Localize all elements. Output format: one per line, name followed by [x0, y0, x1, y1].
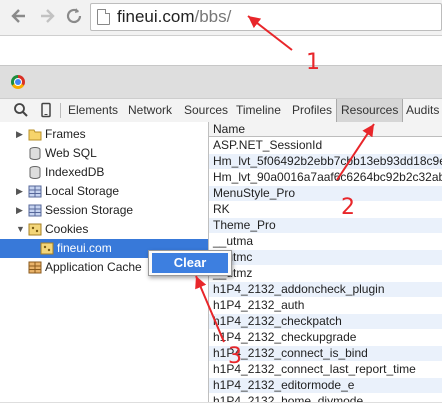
table-row[interactable]: h1P4_2132_checkpatch	[209, 314, 442, 329]
forward-arrow-icon[interactable]	[36, 5, 58, 27]
annotation-number-3: 3	[228, 344, 242, 369]
application-cache-icon	[28, 261, 42, 274]
table-row[interactable]: MenuStyle_Pro	[209, 186, 442, 201]
sidebar-item-cookies[interactable]: ▼ Cookies	[0, 220, 208, 239]
table-row[interactable]: Hm_lvt_5f06492b2ebb7cbb13eb93dd18c9e	[209, 154, 442, 169]
table-row[interactable]: h1P4_2132_auth	[209, 298, 442, 313]
page-gap	[0, 36, 442, 65]
context-menu: Clear	[148, 250, 232, 276]
storage-grid-icon	[28, 204, 42, 217]
sidebar-item-label: Web SQL	[45, 146, 97, 160]
tab-network[interactable]: Network	[128, 99, 172, 122]
sidebar-item-label: Application Cache	[45, 260, 142, 274]
folder-icon	[28, 129, 42, 141]
table-row[interactable]: h1P4_2132_addoncheck_plugin	[209, 282, 442, 297]
sidebar-item-indexeddb[interactable]: IndexedDB	[0, 163, 208, 182]
back-arrow-icon[interactable]	[8, 5, 30, 27]
clear-menu-item[interactable]: Clear	[152, 253, 228, 273]
page-icon	[97, 9, 110, 25]
cookie-icon	[40, 242, 54, 255]
cookie-icon	[28, 223, 42, 236]
collapsed-triangle-icon[interactable]: ▶	[16, 125, 23, 144]
table-row[interactable]: h1P4_2132_checkupgrade	[209, 330, 442, 345]
storage-grid-icon	[28, 185, 42, 198]
sidebar-item-label: Session Storage	[45, 203, 134, 217]
table-row[interactable]: Theme_Pro	[209, 218, 442, 233]
table-row[interactable]: __utmc	[209, 250, 442, 265]
table-row[interactable]: __utmz	[209, 266, 442, 281]
sidebar-item-session-storage[interactable]: ▶ Session Storage	[0, 201, 208, 220]
table-row[interactable]: Hm_lvt_90a0016a7aaf6c6264bc92b2c32ab9	[209, 170, 442, 185]
tab-audits[interactable]: Audits	[406, 99, 439, 122]
table-row[interactable]: h1P4_2132_home_diymode	[209, 394, 442, 402]
reload-icon[interactable]	[63, 5, 85, 27]
device-mode-icon[interactable]	[38, 102, 54, 118]
table-row[interactable]: ASP.NET_SessionId	[209, 138, 442, 153]
sidebar-item-web-sql[interactable]: Web SQL	[0, 144, 208, 163]
table-row[interactable]: __utma	[209, 234, 442, 249]
sidebar-item-label: Local Storage	[45, 184, 120, 198]
table-row[interactable]: RK	[209, 202, 442, 217]
tab-timeline[interactable]: Timeline	[236, 99, 281, 122]
column-header-name[interactable]: Name	[209, 122, 442, 137]
chrome-logo-icon	[11, 75, 25, 89]
sidebar-item-label: fineui.com	[57, 241, 112, 255]
sidebar-item-label: IndexedDB	[45, 165, 105, 179]
address-bar[interactable]: fineui.com/bbs/	[90, 3, 442, 31]
annotation-number-2: 2	[341, 195, 355, 220]
collapsed-triangle-icon[interactable]: ▶	[16, 201, 23, 220]
table-row[interactable]: h1P4_2132_editormode_e	[209, 378, 442, 393]
tab-resources[interactable]: Resources	[336, 99, 404, 122]
sidebar-item-label: Cookies	[45, 222, 89, 236]
tab-sources[interactable]: Sources	[184, 99, 228, 122]
url-text: fineui.com/bbs/	[117, 7, 232, 26]
sidebar-item-label: Frames	[45, 127, 86, 141]
devtools-tab-bar: Elements Network Sources Timeline Profil…	[0, 98, 442, 123]
sidebar-item-local-storage[interactable]: ▶ Local Storage	[0, 182, 208, 201]
table-row[interactable]: h1P4_2132_connect_is_bind	[209, 346, 442, 361]
inspect-search-icon[interactable]	[13, 102, 29, 118]
collapsed-triangle-icon[interactable]: ▶	[16, 182, 23, 201]
table-row[interactable]: h1P4_2132_connect_last_report_time	[209, 362, 442, 377]
tab-elements[interactable]: Elements	[68, 99, 118, 122]
cookies-table: Name ASP.NET_SessionId Hm_lvt_5f06492b2e…	[209, 122, 442, 402]
sidebar-item-frames[interactable]: ▶ Frames	[0, 125, 208, 144]
database-icon	[29, 147, 41, 160]
browser-toolbar: fineui.com/bbs/	[0, 0, 442, 36]
expanded-triangle-icon[interactable]: ▼	[16, 220, 25, 239]
tab-profiles[interactable]: Profiles	[292, 99, 332, 122]
database-icon	[29, 166, 41, 179]
annotation-number-1: 1	[306, 50, 320, 75]
